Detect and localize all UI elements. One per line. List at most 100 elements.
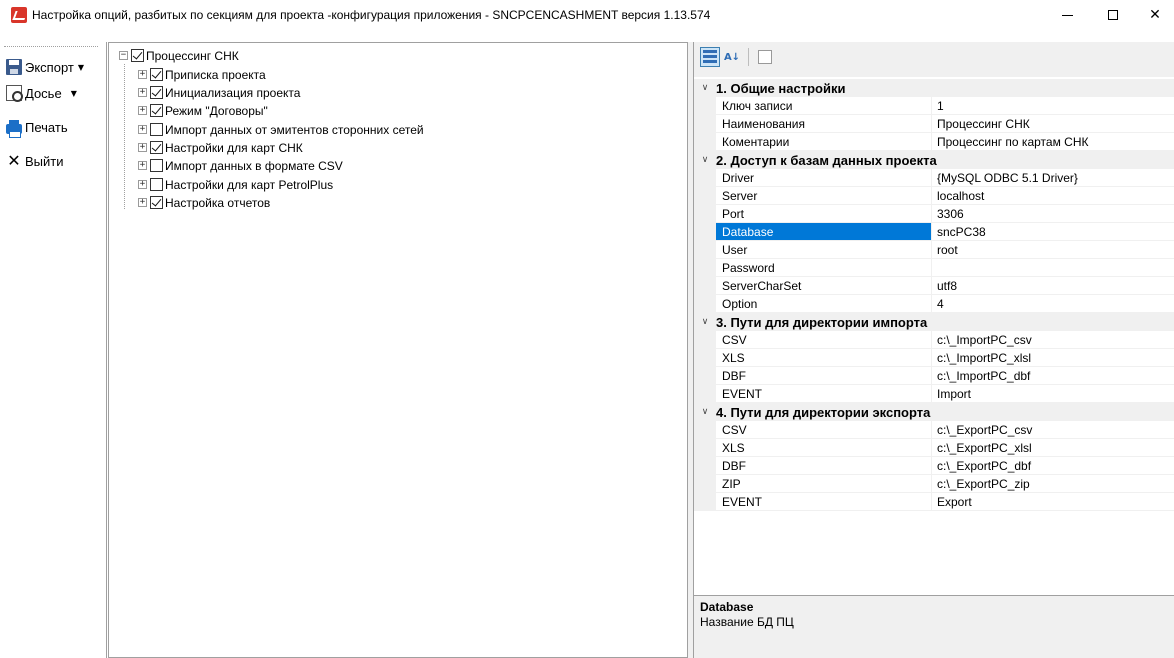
- property-name[interactable]: User: [716, 241, 932, 259]
- tree-node[interactable]: + Импорт данных в формате CSV: [138, 157, 343, 174]
- property-row[interactable]: XLS c:\_ExportPC_xlsl: [694, 439, 1174, 457]
- categorized-button[interactable]: [700, 47, 720, 67]
- tree-checkbox[interactable]: [150, 141, 163, 154]
- tree-checkbox[interactable]: [150, 196, 163, 209]
- property-row[interactable]: DBF c:\_ImportPC_dbf: [694, 367, 1174, 385]
- tree-node[interactable]: + Приписка проекта: [138, 66, 266, 83]
- exit-button[interactable]: ✕ Выйти: [6, 150, 63, 172]
- expand-icon[interactable]: +: [138, 106, 147, 115]
- property-name[interactable]: Database: [716, 223, 932, 241]
- property-name[interactable]: Server: [716, 187, 932, 205]
- property-row[interactable]: EVENT Import: [694, 385, 1174, 403]
- property-value[interactable]: 3306: [932, 205, 1174, 223]
- property-row[interactable]: ZIP c:\_ExportPC_zip: [694, 475, 1174, 493]
- property-name[interactable]: DBF: [716, 367, 932, 385]
- property-name[interactable]: Коментарии: [716, 133, 932, 151]
- expand-icon[interactable]: +: [138, 180, 147, 189]
- category-header[interactable]: ∨ 2. Доступ к базам данных проекта: [694, 151, 1174, 169]
- tree-node[interactable]: + Режим "Договоры": [138, 102, 268, 119]
- property-value[interactable]: {MySQL ODBC 5.1 Driver}: [932, 169, 1174, 187]
- property-row[interactable]: Server localhost: [694, 187, 1174, 205]
- property-value[interactable]: c:\_ExportPC_csv: [932, 421, 1174, 439]
- expand-icon[interactable]: +: [138, 88, 147, 97]
- property-name[interactable]: ZIP: [716, 475, 932, 493]
- property-value[interactable]: localhost: [932, 187, 1174, 205]
- expand-icon[interactable]: +: [138, 198, 147, 207]
- property-value[interactable]: Import: [932, 385, 1174, 403]
- property-row[interactable]: Ключ записи 1: [694, 97, 1174, 115]
- tree-checkbox[interactable]: [150, 123, 163, 136]
- property-row[interactable]: Password: [694, 259, 1174, 277]
- property-row[interactable]: Коментарии Процессинг по картам СНК: [694, 133, 1174, 151]
- expand-icon[interactable]: +: [138, 125, 147, 134]
- tree-checkbox[interactable]: [150, 104, 163, 117]
- property-row-selected[interactable]: Database sncPC38: [694, 223, 1174, 241]
- property-value[interactable]: c:\_ExportPC_dbf: [932, 457, 1174, 475]
- property-value[interactable]: root: [932, 241, 1174, 259]
- category-header[interactable]: ∨ 3. Пути для директории импорта: [694, 313, 1174, 331]
- property-value[interactable]: [932, 259, 1174, 277]
- maximize-button[interactable]: [1090, 0, 1136, 30]
- property-value[interactable]: Процессинг по картам СНК: [932, 133, 1174, 151]
- export-button[interactable]: Экспорт ▼: [6, 56, 84, 78]
- toolbar-grip[interactable]: [4, 46, 98, 48]
- alphabetical-button[interactable]: A↓: [722, 47, 742, 67]
- property-name[interactable]: Наименования: [716, 115, 932, 133]
- category-header[interactable]: ∨ 1. Общие настройки: [694, 79, 1174, 97]
- tree-node[interactable]: + Настройки для карт СНК: [138, 139, 303, 156]
- expand-icon[interactable]: +: [138, 161, 147, 170]
- property-row[interactable]: Наименования Процессинг СНК: [694, 115, 1174, 133]
- chevron-down-icon[interactable]: ∨: [694, 155, 716, 165]
- property-row[interactable]: EVENT Export: [694, 493, 1174, 511]
- dossier-button[interactable]: Досье ▼: [6, 82, 77, 104]
- property-value[interactable]: c:\_ImportPC_csv: [932, 331, 1174, 349]
- property-name[interactable]: ServerCharSet: [716, 277, 932, 295]
- property-value[interactable]: c:\_ImportPC_xlsl: [932, 349, 1174, 367]
- tree-checkbox[interactable]: [150, 86, 163, 99]
- property-grid-body[interactable]: ∨ 1. Общие настройки Ключ записи 1 Наиме…: [694, 77, 1174, 630]
- property-row[interactable]: Port 3306: [694, 205, 1174, 223]
- property-row[interactable]: CSV c:\_ExportPC_csv: [694, 421, 1174, 439]
- category-header[interactable]: ∨ 4. Пути для директории экспорта: [694, 403, 1174, 421]
- property-value[interactable]: sncPC38: [932, 223, 1174, 241]
- property-name[interactable]: DBF: [716, 457, 932, 475]
- collapse-icon[interactable]: −: [119, 51, 128, 60]
- chevron-down-icon[interactable]: ∨: [694, 407, 716, 417]
- property-row[interactable]: DBF c:\_ExportPC_dbf: [694, 457, 1174, 475]
- property-value[interactable]: c:\_ExportPC_zip: [932, 475, 1174, 493]
- property-row[interactable]: Driver {MySQL ODBC 5.1 Driver}: [694, 169, 1174, 187]
- property-row[interactable]: ServerCharSet utf8: [694, 277, 1174, 295]
- property-name[interactable]: XLS: [716, 349, 932, 367]
- property-value[interactable]: 4: [932, 295, 1174, 313]
- tree-checkbox[interactable]: [150, 68, 163, 81]
- tree-checkbox[interactable]: [131, 49, 144, 62]
- property-row[interactable]: CSV c:\_ImportPC_csv: [694, 331, 1174, 349]
- tree-node[interactable]: + Настройка отчетов: [138, 194, 270, 211]
- property-value[interactable]: Процессинг СНК: [932, 115, 1174, 133]
- tree-node-root[interactable]: − Процессинг СНК: [119, 47, 239, 64]
- property-name[interactable]: XLS: [716, 439, 932, 457]
- property-value[interactable]: 1: [932, 97, 1174, 115]
- expand-icon[interactable]: +: [138, 70, 147, 79]
- property-value[interactable]: Export: [932, 493, 1174, 511]
- property-name[interactable]: Port: [716, 205, 932, 223]
- close-button[interactable]: ✕: [1136, 0, 1174, 30]
- property-name[interactable]: EVENT: [716, 493, 932, 511]
- expand-icon[interactable]: +: [138, 143, 147, 152]
- tree-node[interactable]: + Инициализация проекта: [138, 84, 300, 101]
- property-name[interactable]: CSV: [716, 421, 932, 439]
- tree-checkbox[interactable]: [150, 178, 163, 191]
- property-name[interactable]: EVENT: [716, 385, 932, 403]
- tree-node[interactable]: + Импорт данных от эмитентов сторонних с…: [138, 121, 424, 138]
- property-pages-button[interactable]: [755, 47, 775, 67]
- property-value[interactable]: c:\_ImportPC_dbf: [932, 367, 1174, 385]
- property-name[interactable]: CSV: [716, 331, 932, 349]
- tree-node[interactable]: + Настройки для карт PetrolPlus: [138, 176, 333, 193]
- chevron-down-icon[interactable]: ∨: [694, 317, 716, 327]
- property-value[interactable]: utf8: [932, 277, 1174, 295]
- property-row[interactable]: User root: [694, 241, 1174, 259]
- minimize-button[interactable]: [1044, 0, 1090, 30]
- tree-checkbox[interactable]: [150, 159, 163, 172]
- property-name[interactable]: Option: [716, 295, 932, 313]
- chevron-down-icon[interactable]: ∨: [694, 83, 716, 93]
